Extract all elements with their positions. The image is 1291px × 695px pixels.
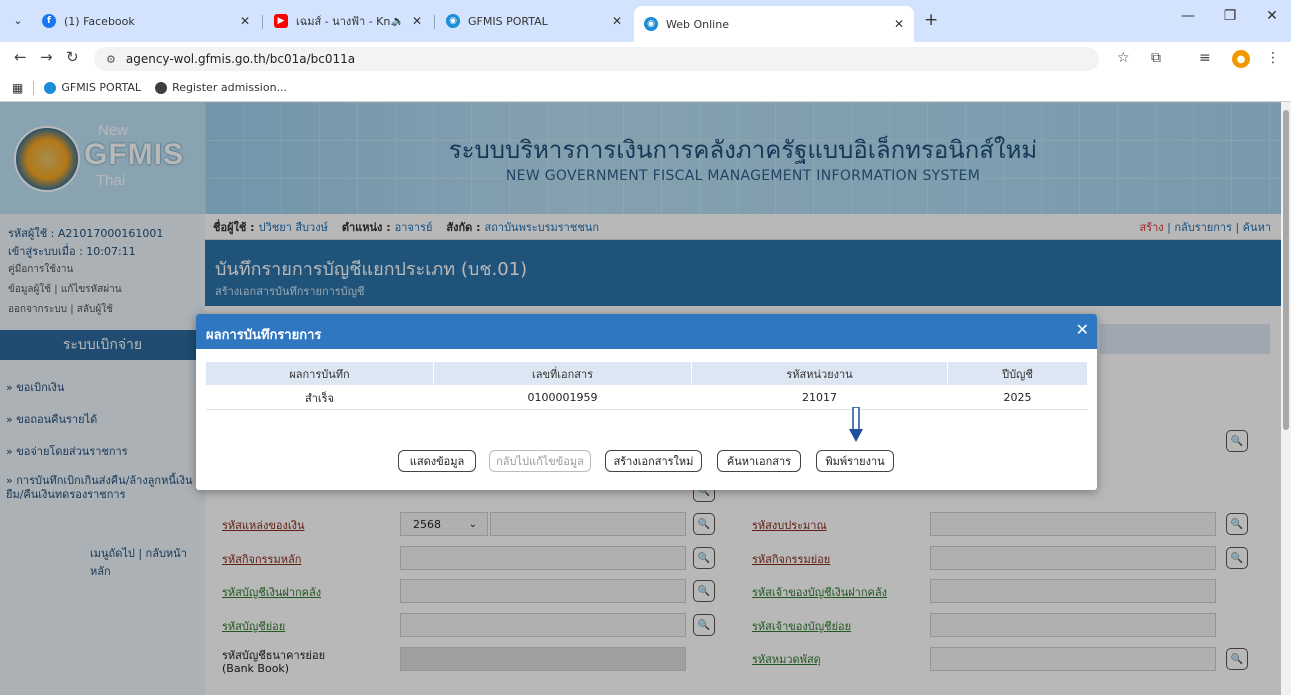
site-info-icon[interactable]: ⚙ [106,53,116,66]
back-to-edit-button: กลับไปแก้ไขข้อมูล [489,450,591,472]
facebook-icon: f [42,14,56,28]
dialog-title: ผลการบันทึกรายการ [206,328,322,343]
bookmark-divider [33,80,35,95]
cell-fiscal-year: 2025 [947,385,1088,410]
tab-divider [262,15,263,29]
scrollbar-thumb[interactable] [1283,110,1289,430]
create-new-document-button[interactable]: สร้างเอกสารใหม่ [605,450,702,472]
gfmis-icon: ◉ [644,17,658,31]
tab-facebook[interactable]: f (1) Facebook ✕ [32,8,260,34]
tab-title: GFMIS PORTAL [468,14,548,28]
print-report-button[interactable]: พิมพ์รายงาน [816,450,894,472]
bookmark-star-icon[interactable]: ☆ [1117,50,1130,66]
url-field[interactable]: ⚙ agency-wol.gfmis.go.th/bc01a/bc011a [94,47,1099,71]
browser-tab-bar: ⌄ f (1) Facebook ✕ ▶ เฉมส์ - นางฟ้า - Kn… [0,0,1291,42]
table-header-row: ผลการบันทึก เลขที่เอกสาร รหัสหน่วยงาน ปี… [205,361,1088,386]
table-row: สำเร็จ 0100001959 21017 2025 [205,385,1088,410]
col-result: ผลการบันทึก [205,361,434,386]
new-tab-button[interactable]: + [924,10,938,30]
back-icon[interactable]: ← [14,48,27,66]
arrow-down-icon [849,407,863,442]
url-text: agency-wol.gfmis.go.th/bc01a/bc011a [125,52,356,66]
address-bar-row: ← → ↻ ⚙ agency-wol.gfmis.go.th/bc01a/bc0… [0,42,1291,74]
cell-result: สำเร็จ [205,385,434,410]
bookmark-gfmis-portal[interactable]: GFMIS PORTAL [44,81,141,94]
forward-icon[interactable]: → [40,48,53,66]
gfmis-icon [44,81,57,94]
search-document-button[interactable]: ค้นหาเอกสาร [717,450,801,472]
tab-title: Web Online [666,17,729,31]
apps-grid-icon[interactable]: ▦ [12,81,23,95]
extensions-icon[interactable]: ⧉ [1151,50,1161,66]
reading-list-icon[interactable]: ≡ [1199,50,1211,66]
bookmarks-bar: ▦ GFMIS PORTAL Register admission... [0,74,1291,102]
bookmark-label: Register admission... [172,81,288,94]
bookmark-register[interactable]: Register admission... [155,81,287,94]
profile-initial: ● [1236,53,1246,65]
col-doc-number: เลขที่เอกสาร [433,361,692,386]
dialog-header: ผลการบันทึกรายการ ✕ [196,314,1097,349]
tab-web-online[interactable]: ◉ Web Online ✕ [634,6,914,42]
result-table: ผลการบันทึก เลขที่เอกสาร รหัสหน่วยงาน ปี… [205,361,1088,410]
close-icon[interactable]: ✕ [612,14,622,28]
cell-doc-number: 0100001959 [433,385,692,410]
col-agency-code: รหัสหน่วยงาน [691,361,948,386]
youtube-icon: ▶ [274,14,288,28]
close-icon[interactable]: ✕ [1076,320,1089,339]
profile-avatar[interactable]: ● [1232,50,1250,68]
cell-agency-code: 21017 [691,385,948,410]
speaker-icon[interactable]: 🔈 [392,16,404,27]
gfmis-icon: ◉ [446,14,460,28]
maximize-icon[interactable]: ❐ [1215,8,1245,24]
close-icon[interactable]: ✕ [412,14,422,28]
reload-icon[interactable]: ↻ [66,48,79,66]
minimize-icon[interactable]: — [1173,8,1203,24]
tab-gfmis-portal[interactable]: ◉ GFMIS PORTAL ✕ [436,8,632,34]
close-icon[interactable]: ✕ [240,14,250,28]
globe-icon [155,81,168,94]
window-close-icon[interactable]: ✕ [1257,8,1287,24]
tab-title: เฉมส์ - นางฟ้า - Knock Out - [296,15,406,28]
tab-divider [434,15,435,29]
page-scrollbar[interactable] [1281,102,1291,695]
tab-search-icon[interactable]: ⌄ [8,10,28,30]
show-data-button[interactable]: แสดงข้อมูล [398,450,476,472]
tab-title: (1) Facebook [64,14,135,28]
close-icon[interactable]: ✕ [894,17,904,31]
tab-youtube[interactable]: ▶ เฉมส์ - นางฟ้า - Knock Out - 🔈 ✕ [264,8,432,34]
bookmark-label: GFMIS PORTAL [61,81,142,94]
menu-kebab-icon[interactable]: ⋮ [1266,50,1280,66]
col-fiscal-year: ปีบัญชี [947,361,1088,386]
